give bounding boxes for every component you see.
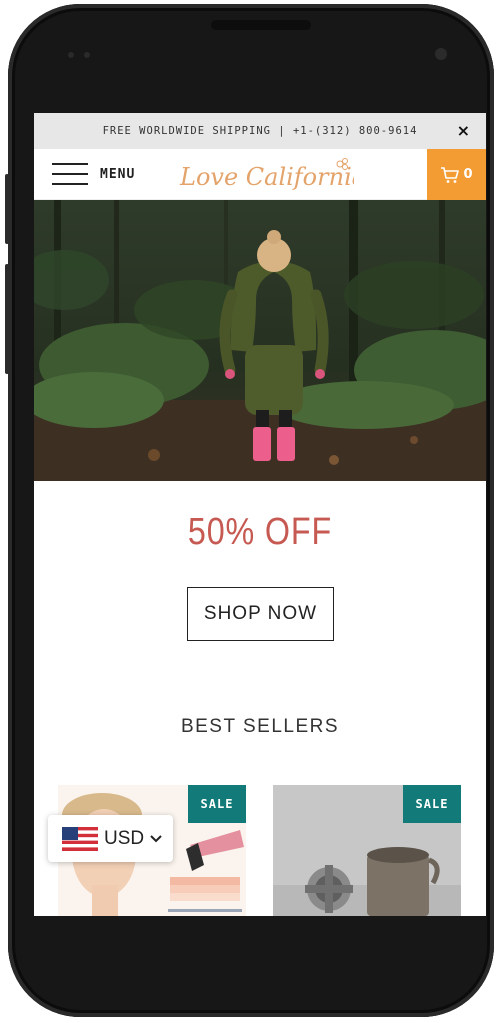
phone-side-button bbox=[5, 174, 9, 244]
phone-side-button bbox=[5, 264, 9, 374]
cart-button[interactable]: 0 bbox=[427, 149, 486, 200]
cart-icon bbox=[441, 166, 460, 183]
hero-image[interactable] bbox=[34, 200, 486, 481]
best-sellers-heading: BEST SELLERS bbox=[180, 716, 340, 737]
phone-screen: FREE WORLDWIDE SHIPPING | +1-(312) 800-9… bbox=[34, 113, 486, 916]
phone-sensor bbox=[84, 52, 90, 58]
shop-now-button[interactable]: SHOP NOW bbox=[187, 587, 334, 641]
close-icon[interactable]: × bbox=[457, 121, 470, 140]
announcement-text: FREE WORLDWIDE SHIPPING | +1-(312) 800-9… bbox=[102, 125, 418, 137]
currency-code: USD bbox=[104, 827, 145, 849]
announcement-bar: FREE WORLDWIDE SHIPPING | +1-(312) 800-9… bbox=[34, 113, 486, 149]
phone-speaker bbox=[211, 20, 311, 30]
product-card[interactable]: SALE bbox=[273, 785, 461, 916]
us-flag-icon bbox=[62, 826, 98, 851]
cart-count: 0 bbox=[463, 167, 473, 182]
phone-camera bbox=[435, 48, 447, 60]
phone-sensor bbox=[68, 52, 74, 58]
logo[interactable]: Love California bbox=[174, 153, 354, 197]
site-header: MENU Love California 0 bbox=[34, 149, 486, 200]
chevron-down-icon bbox=[150, 834, 162, 842]
sale-badge: SALE bbox=[188, 785, 246, 823]
promo-title: 50% OFF bbox=[187, 511, 333, 553]
currency-selector[interactable]: USD bbox=[48, 815, 173, 862]
sale-badge: SALE bbox=[403, 785, 461, 823]
logo-text: Love California bbox=[179, 163, 354, 191]
hamburger-menu-icon[interactable] bbox=[52, 163, 88, 187]
menu-label[interactable]: MENU bbox=[100, 167, 135, 182]
